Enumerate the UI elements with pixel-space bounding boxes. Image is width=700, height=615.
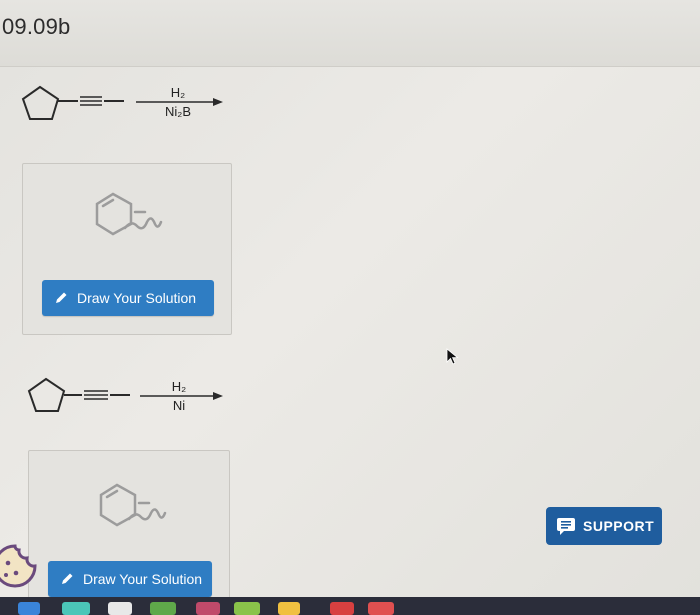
reagent-bottom: Ni [172, 398, 186, 413]
draw-solution-label: Draw Your Solution [83, 571, 203, 587]
dock-app-icon[interactable] [62, 602, 90, 615]
support-label: SUPPORT [583, 518, 655, 534]
dock-app-icon[interactable] [278, 602, 300, 615]
dock-app-icon[interactable] [108, 602, 132, 615]
reagent-top: H₂ [170, 85, 186, 100]
page-title: 09.09b [2, 14, 71, 39]
draw-solution-label: Draw Your Solution [77, 290, 197, 306]
draw-solution-button-1[interactable]: Draw Your Solution [42, 280, 214, 316]
answer-box-2[interactable]: Draw Your Solution [28, 450, 230, 602]
chemistry-sketch-icon [95, 192, 163, 236]
chat-icon [557, 518, 575, 535]
reaction-1: H₂ Ni₂B [18, 77, 238, 137]
pencil-icon [56, 292, 67, 303]
cyclopentyl-alkyne-structure [27, 377, 130, 412]
page: 09.09b H₂ Ni₂B Draw Your Solution H₂ Ni … [0, 0, 700, 615]
pencil-icon [62, 573, 73, 584]
cookie-icon[interactable] [0, 543, 38, 589]
dock-app-icon[interactable] [18, 602, 40, 615]
dock-app-icon[interactable] [368, 602, 394, 615]
title-bar: 09.09b [0, 0, 700, 67]
answer-box-1[interactable]: Draw Your Solution [22, 163, 232, 335]
cyclopentyl-alkyne-structure [21, 85, 124, 120]
taskbar-dock [0, 597, 700, 615]
chemistry-sketch-icon [99, 483, 167, 527]
dock-app-icon[interactable] [196, 602, 220, 615]
support-button[interactable]: SUPPORT [546, 507, 662, 545]
dock-app-icon[interactable] [234, 602, 260, 615]
reagent-bottom: Ni₂B [165, 104, 191, 119]
draw-solution-button-2[interactable]: Draw Your Solution [48, 561, 212, 597]
reagent-top: H₂ [171, 379, 187, 394]
cursor-arrow-icon [446, 348, 459, 365]
dock-app-icon[interactable] [150, 602, 176, 615]
dock-app-icon[interactable] [330, 602, 354, 615]
reaction-2: H₂ Ni [24, 369, 244, 429]
